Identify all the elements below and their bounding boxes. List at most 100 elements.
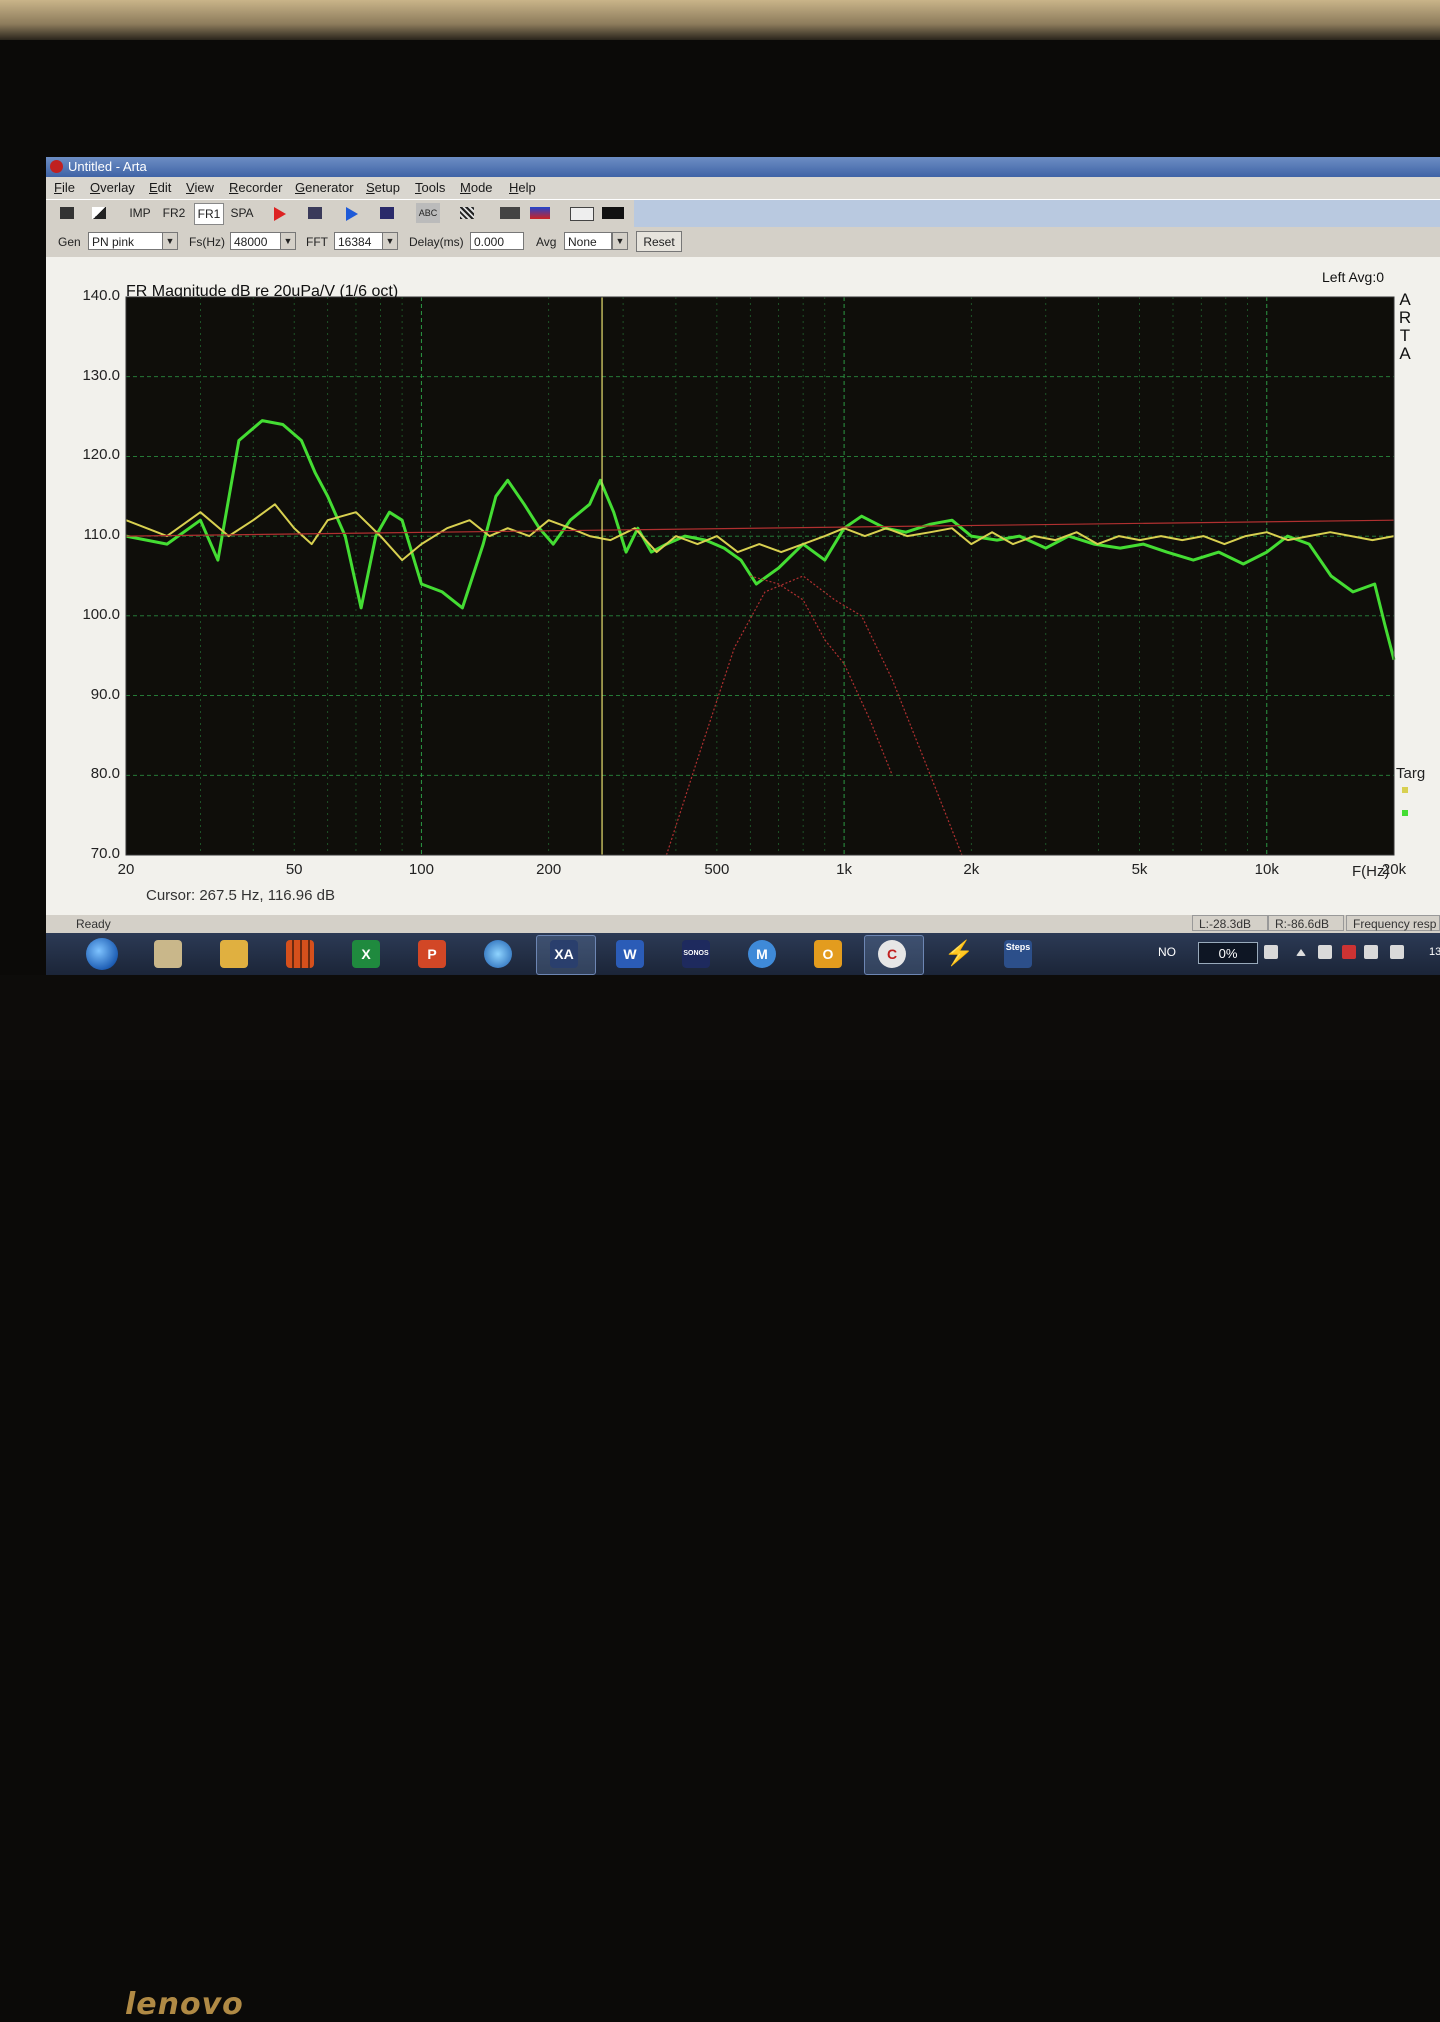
steps-icon[interactable]: Steps <box>1004 940 1032 968</box>
x-tick-label: 2k <box>963 861 980 878</box>
file-manager-icon[interactable] <box>154 940 182 968</box>
delay-input[interactable]: 0.000 <box>470 232 524 250</box>
graph-title: FR Magnitude dB re 20uPa/V (1/6 oct) <box>126 283 399 300</box>
media-player-icon[interactable] <box>220 940 248 968</box>
legend-swatch-measured[interactable] <box>1402 810 1408 816</box>
abc-button[interactable]: ABC <box>416 203 440 223</box>
xa-app-icon[interactable]: XA <box>550 940 578 968</box>
laptop-bezel-top <box>0 0 1440 40</box>
battery-icon[interactable] <box>1264 945 1278 959</box>
chevron-down-icon[interactable]: ▼ <box>280 232 296 250</box>
taskbar: X P XA W SONOS M O C ⚡ Steps NO 0% 13 <box>46 933 1440 975</box>
graph-panel: FR Magnitude dB re 20uPa/V (1/6 oct) Lef… <box>46 257 1440 919</box>
menu-view[interactable]: View <box>186 180 214 195</box>
fft-select[interactable]: 16384 <box>334 232 384 250</box>
laptop-bezel-bottom: lenovo <box>0 975 1440 2022</box>
windows-media-icon[interactable] <box>484 940 512 968</box>
arta-vertical-brand: ARTA <box>1398 290 1412 363</box>
toolbar: IMP FR2 FR1 SPA ABC <box>46 199 1440 229</box>
menu-file[interactable]: File <box>54 180 75 195</box>
arta-icon[interactable]: C <box>878 940 906 968</box>
plot-background <box>126 297 1394 855</box>
mode-indicator: Frequency resp <box>1346 915 1440 931</box>
generator-bar: Gen PN pink ▼ Fs(Hz) 48000 ▼ FFT 16384 ▼… <box>46 227 1440 257</box>
delay-label: Delay(ms) <box>409 235 464 249</box>
x-tick-label: 500 <box>704 861 730 878</box>
network-icon[interactable] <box>1318 945 1332 959</box>
x-tick-label: 100 <box>408 861 434 878</box>
sonos-icon[interactable]: SONOS <box>682 940 710 968</box>
legend-swatch-reference[interactable] <box>1402 787 1408 793</box>
open-icon[interactable] <box>60 207 74 219</box>
pattern-icon[interactable] <box>460 207 474 219</box>
lenovo-logo: lenovo <box>125 1987 244 2022</box>
chevron-down-icon[interactable]: ▼ <box>162 232 178 250</box>
frequency-response-chart[interactable] <box>46 257 1440 919</box>
menu-overlay[interactable]: Overlay <box>90 180 135 195</box>
imp-button[interactable]: IMP <box>126 203 154 223</box>
menu-help[interactable]: Help <box>509 180 536 195</box>
menu-tools[interactable]: Tools <box>415 180 445 195</box>
grid-app-icon[interactable] <box>286 940 314 968</box>
chevron-down-icon[interactable]: ▼ <box>382 232 398 250</box>
x-tick-label: 10k <box>1254 861 1279 878</box>
spa-button[interactable]: SPA <box>228 203 256 223</box>
samplerate-select[interactable]: 48000 <box>230 232 282 250</box>
play-icon[interactable] <box>346 207 358 221</box>
battery-percent[interactable]: 0% <box>1198 942 1258 964</box>
x-tick-label: 1k <box>836 861 853 878</box>
right-level: R:-86.6dB <box>1268 915 1344 931</box>
x-tick-label: 20 <box>117 861 135 878</box>
excel-icon[interactable]: X <box>352 940 380 968</box>
menu-recorder[interactable]: Recorder <box>229 180 282 195</box>
avg-select[interactable]: None <box>564 232 612 250</box>
left-level: L:-28.3dB <box>1192 915 1268 931</box>
m-app-icon[interactable]: M <box>748 940 776 968</box>
screen: Untitled - Arta File Overlay Edit View R… <box>46 157 1440 975</box>
legend-target[interactable]: Targ <box>1396 765 1425 782</box>
scope-icon[interactable] <box>570 207 594 221</box>
connection-icon[interactable] <box>1364 945 1378 959</box>
generator-select[interactable]: PN pink <box>88 232 164 250</box>
arta-app-icon <box>50 160 63 173</box>
cursor-readout: Cursor: 267.5 Hz, 116.96 dB <box>146 887 335 904</box>
status-ready: Ready <box>76 917 111 931</box>
reset-button[interactable]: Reset <box>636 231 682 252</box>
signal-icon[interactable] <box>602 207 624 219</box>
chevron-down-icon[interactable]: ▼ <box>612 232 628 250</box>
probe-icon[interactable] <box>500 207 520 219</box>
y-tick-label: 130.0 <box>82 366 120 384</box>
y-tick-label: 100.0 <box>82 605 120 623</box>
fr2-button[interactable]: FR2 <box>160 203 188 223</box>
gen-label: Gen <box>58 235 81 249</box>
channel-average-label: Left Avg:0 <box>1322 269 1385 285</box>
x-tick-label: 50 <box>285 861 303 878</box>
menu-setup[interactable]: Setup <box>366 180 400 195</box>
fr1-button[interactable]: FR1 <box>194 203 224 225</box>
y-tick-label: 80.0 <box>90 765 120 783</box>
menu-generator[interactable]: Generator <box>295 180 354 195</box>
volume-icon[interactable] <box>1390 945 1404 959</box>
tray-expand-icon[interactable] <box>1296 949 1306 956</box>
meter-icon[interactable] <box>530 207 550 219</box>
action-center-icon[interactable] <box>1342 945 1356 959</box>
stop-icon[interactable] <box>308 207 322 219</box>
window-title: Untitled - Arta <box>68 159 147 174</box>
record-icon[interactable] <box>274 207 286 221</box>
powerpoint-icon[interactable]: P <box>418 940 446 968</box>
x-tick-label: 200 <box>536 861 562 878</box>
outlook-icon[interactable]: O <box>814 940 842 968</box>
language-indicator[interactable]: NO <box>1158 945 1176 959</box>
y-tick-label: 90.0 <box>90 685 120 703</box>
avg-label: Avg <box>536 235 557 249</box>
save-icon[interactable] <box>92 207 106 219</box>
menu-edit[interactable]: Edit <box>149 180 171 195</box>
toolbar-empty-area <box>634 200 1440 228</box>
y-tick-label: 140.0 <box>82 287 120 304</box>
x-tick-label: 20k <box>1381 861 1407 878</box>
bolt-icon[interactable]: ⚡ <box>944 940 974 968</box>
word-icon[interactable]: W <box>616 940 644 968</box>
stop-playback-icon[interactable] <box>380 207 394 219</box>
start-button[interactable] <box>86 938 118 970</box>
menu-mode[interactable]: Mode <box>460 180 493 195</box>
